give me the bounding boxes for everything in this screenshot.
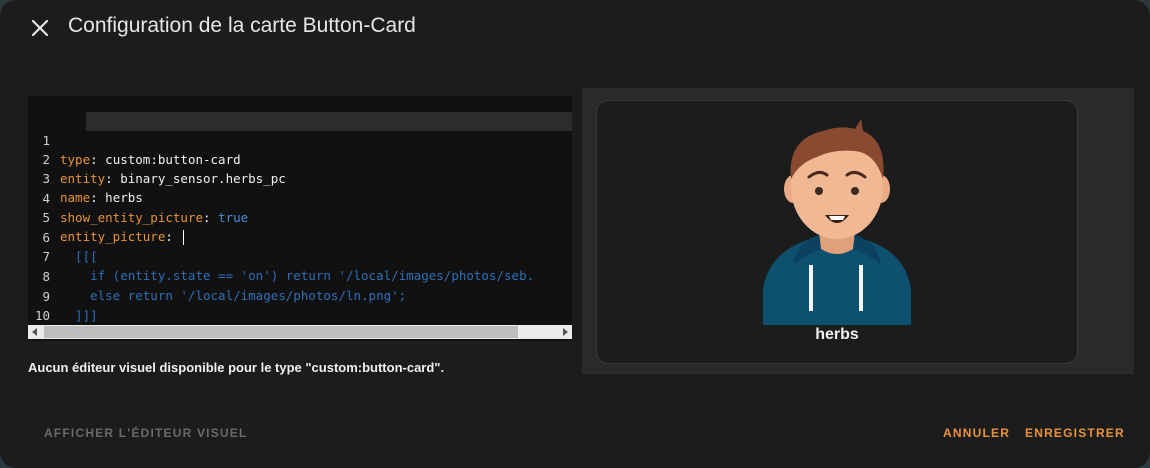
close-icon bbox=[31, 19, 49, 37]
code-line[interactable]: 10 bbox=[28, 287, 572, 323]
card-preview-panel: herbs bbox=[582, 88, 1134, 374]
horizontal-scrollbar[interactable] bbox=[28, 325, 572, 339]
scroll-left-arrow-icon[interactable] bbox=[32, 328, 37, 336]
scroll-right-arrow-icon[interactable] bbox=[563, 328, 568, 336]
code-line[interactable]: 2 entity: binary_sensor.herbs_pc bbox=[28, 131, 572, 186]
yaml-code-editor[interactable]: 1 type: custom:button-card 2 entity: bin… bbox=[28, 96, 572, 341]
code-line[interactable]: 1 type: custom:button-card bbox=[28, 112, 572, 167]
code-line[interactable]: 5 entity_picture: bbox=[28, 189, 572, 245]
code-line[interactable]: 8 else return '/local/images/photos/ln.p… bbox=[28, 248, 572, 303]
card-name-label: herbs bbox=[815, 326, 859, 343]
dialog-title: Configuration de la carte Button-Card bbox=[68, 14, 416, 37]
code-line[interactable]: 3 name: herbs bbox=[28, 150, 572, 205]
button-card-preview[interactable]: herbs bbox=[596, 100, 1078, 364]
scrollbar-thumb[interactable] bbox=[44, 326, 518, 338]
card-config-dialog: Configuration de la carte Button-Card 1 … bbox=[0, 0, 1150, 468]
line-number: 10 bbox=[34, 308, 50, 323]
code-line[interactable]: 4 show_entity_picture: true bbox=[28, 170, 572, 225]
code-line[interactable]: 7 if (entity.state == 'on') return '/loc… bbox=[28, 228, 572, 283]
no-visual-editor-notice: Aucun éditeur visuel disponible pour le … bbox=[28, 360, 445, 375]
close-button[interactable] bbox=[24, 12, 56, 44]
person-avatar bbox=[763, 119, 911, 325]
cancel-button[interactable]: ANNULER bbox=[943, 426, 1010, 440]
save-button[interactable]: ENREGISTRER bbox=[1025, 426, 1125, 440]
code-line[interactable]: 6 [[[ bbox=[28, 209, 572, 264]
code-line[interactable]: 9 ]]] bbox=[28, 268, 572, 323]
show-visual-editor-button[interactable]: AFFICHER L'ÉDITEUR VISUEL bbox=[44, 426, 248, 440]
